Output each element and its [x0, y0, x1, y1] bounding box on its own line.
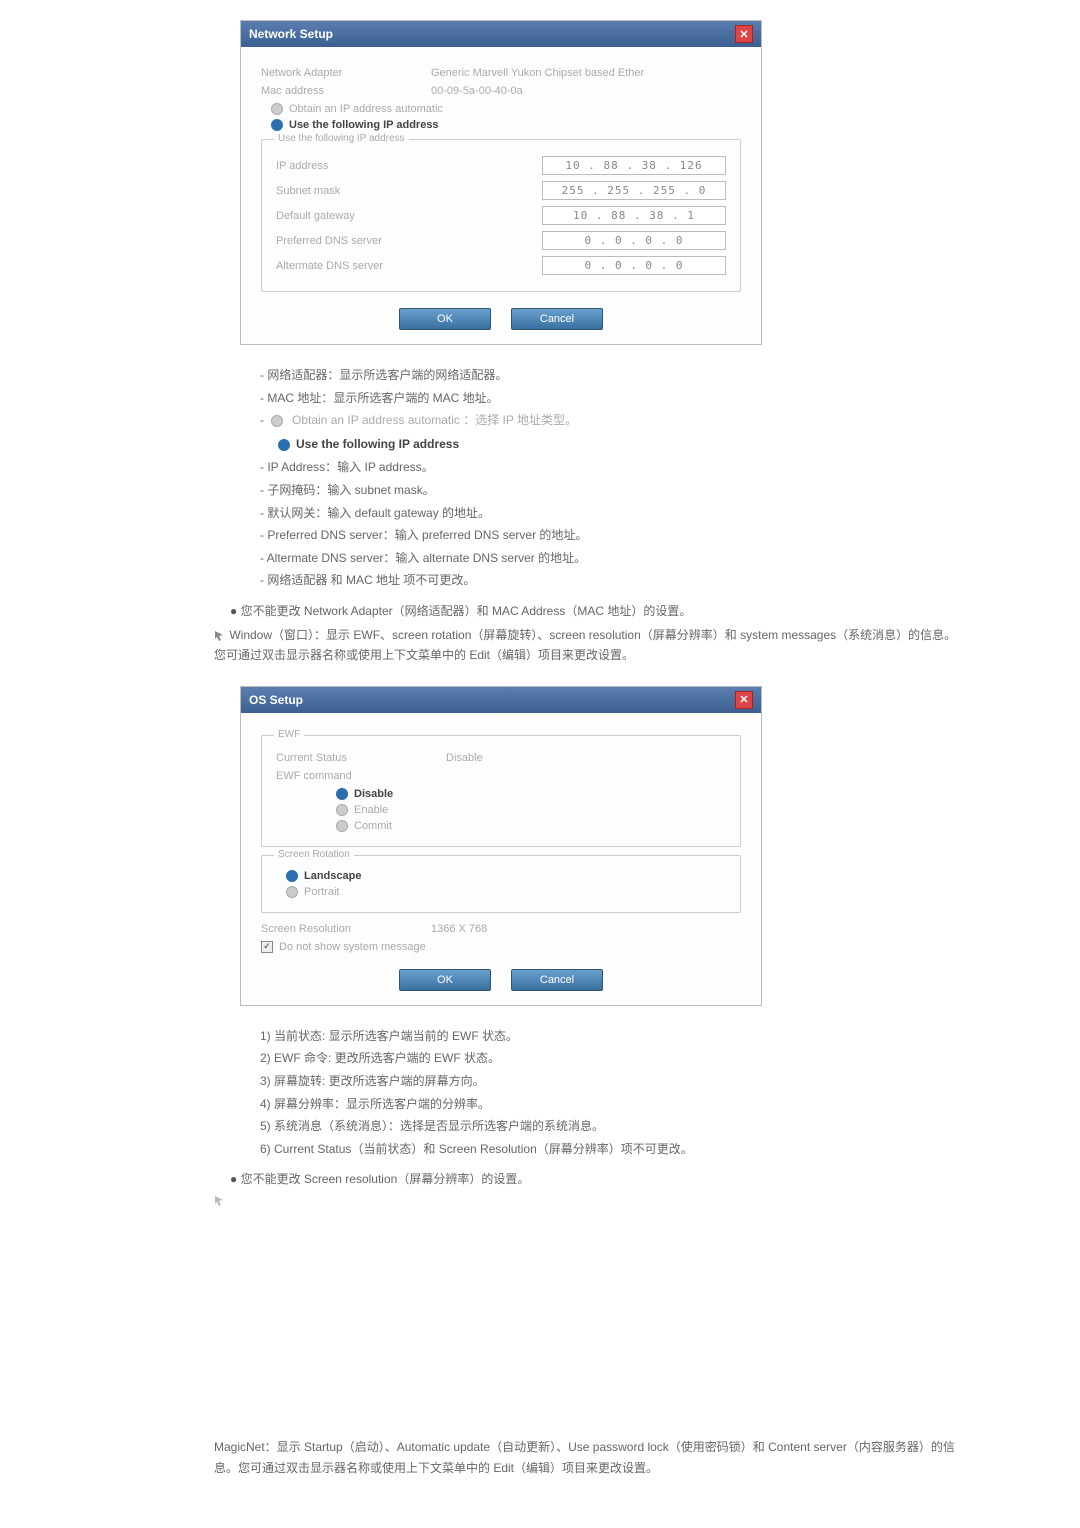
rotation-fieldset: Screen Rotation Landscape Portrait	[261, 855, 741, 913]
ewf-command-label: EWF command	[276, 770, 446, 782]
adapter-label: Network Adapter	[261, 67, 431, 79]
radio-icon	[271, 119, 283, 131]
radio-icon	[336, 820, 348, 832]
fieldset-legend: Use the following IP address	[274, 133, 409, 144]
os-setup-dialog: OS Setup ✕ EWF Current Status Disable EW…	[240, 686, 762, 1006]
radio-icon	[271, 415, 283, 427]
close-icon[interactable]: ✕	[735, 25, 753, 43]
checkbox-icon[interactable]: ✓	[261, 941, 273, 953]
list-item: - MAC 地址：显示所选客户端的 MAC 地址。	[260, 388, 960, 410]
radio-following[interactable]: Use the following IP address	[271, 119, 741, 131]
pointer-only	[214, 1193, 960, 1207]
list-item: - 子网掩码：输入 subnet mask。	[260, 480, 960, 502]
radio-icon	[286, 886, 298, 898]
list-item: 6) Current Status（当前状态）和 Screen Resoluti…	[260, 1139, 960, 1161]
mac-label: Mac address	[261, 85, 431, 97]
ip-address-input[interactable]: 10 . 88 . 38 . 126	[542, 156, 726, 175]
radio-icon	[286, 870, 298, 882]
radio-icon	[336, 788, 348, 800]
note-os: 您不能更改 Screen resolution（屏幕分辨率）的设置。	[230, 1170, 960, 1187]
gateway-label: Default gateway	[276, 210, 355, 222]
current-status-label: Current Status	[276, 752, 446, 764]
radio-landscape[interactable]: Landscape	[286, 870, 726, 882]
dialog-header: Network Setup ✕	[241, 21, 761, 47]
note-network: 您不能更改 Network Adapter（网络适配器）和 MAC Addres…	[230, 602, 960, 619]
dialog-header: OS Setup ✕	[241, 687, 761, 713]
network-setup-dialog: Network Setup ✕ Network Adapter Generic …	[240, 20, 762, 345]
mac-value: 00-09-5a-00-40-0a	[431, 85, 523, 97]
ip-fieldset: Use the following IP address IP address1…	[261, 139, 741, 292]
list-item: - Obtain an IP address automatic ：选择 IP …	[260, 410, 960, 432]
pointer-icon	[214, 1195, 226, 1207]
list-item: 3) 屏幕旋转: 更改所选客户端的屏幕方向。	[260, 1071, 960, 1093]
ewf-fieldset: EWF Current Status Disable EWF command D…	[261, 735, 741, 847]
network-description-list: - 网络适配器：显示所选客户端的网络适配器。 - MAC 地址：显示所选客户端的…	[260, 365, 960, 592]
radio-enable[interactable]: Enable	[336, 804, 726, 816]
alt-dns-input[interactable]: 0 . 0 . 0 . 0	[542, 256, 726, 275]
list-item: - 网络适配器：显示所选客户端的网络适配器。	[260, 365, 960, 387]
dialog-title: Network Setup	[249, 27, 333, 41]
fieldset-legend: EWF	[274, 729, 304, 740]
ip-label: IP address	[276, 160, 328, 172]
radio-obtain[interactable]: Obtain an IP address automatic	[271, 103, 741, 115]
magicnet-section: MagicNet：显示 Startup（启动）、Automatic update…	[214, 1437, 960, 1478]
pref-dns-label: Preferred DNS server	[276, 235, 382, 247]
list-item: 1) 当前状态: 显示所选客户端当前的 EWF 状态。	[260, 1026, 960, 1048]
pointer-icon	[214, 630, 226, 642]
list-item: 4) 屏幕分辨率：显示所选客户端的分辨率。	[260, 1094, 960, 1116]
adapter-value: Generic Marvell Yukon Chipset based Ethe…	[431, 67, 644, 79]
cancel-button[interactable]: Cancel	[511, 969, 603, 991]
radio-disable[interactable]: Disable	[336, 788, 726, 800]
radio-commit[interactable]: Commit	[336, 820, 726, 832]
fieldset-legend: Screen Rotation	[274, 849, 354, 860]
os-description-list: 1) 当前状态: 显示所选客户端当前的 EWF 状态。 2) EWF 命令: 更…	[260, 1026, 960, 1161]
list-item: Use the following IP address	[278, 434, 960, 456]
list-item: 5) 系统消息（系统消息）：选择是否显示所选客户端的系统消息。	[260, 1116, 960, 1138]
subnet-input[interactable]: 255 . 255 . 255 . 0	[542, 181, 726, 200]
close-icon[interactable]: ✕	[735, 691, 753, 709]
subnet-label: Subnet mask	[276, 185, 340, 197]
checkbox-label: Do not show system message	[279, 941, 426, 953]
list-item: - 网络适配器 和 MAC 地址 项不可更改。	[260, 570, 960, 592]
list-item: 2) EWF 命令: 更改所选客户端的 EWF 状态。	[260, 1048, 960, 1070]
current-status-value: Disable	[446, 752, 483, 764]
list-item: - Preferred DNS server：输入 preferred DNS …	[260, 525, 960, 547]
ok-button[interactable]: OK	[399, 969, 491, 991]
window-section: Window（窗口）：显示 EWF、screen rotation（屏幕旋转）、…	[214, 625, 960, 666]
radio-portrait[interactable]: Portrait	[286, 886, 726, 898]
gateway-input[interactable]: 10 . 88 . 38 . 1	[542, 206, 726, 225]
list-item: - 默认网关：输入 default gateway 的地址。	[260, 503, 960, 525]
ok-button[interactable]: OK	[399, 308, 491, 330]
radio-icon	[271, 103, 283, 115]
list-item: - IP Address：输入 IP address。	[260, 457, 960, 479]
list-item: - Altermate DNS server：输入 alternate DNS …	[260, 548, 960, 570]
resolution-label: Screen Resolution	[261, 923, 431, 935]
pref-dns-input[interactable]: 0 . 0 . 0 . 0	[542, 231, 726, 250]
radio-icon	[278, 439, 290, 451]
dialog-title: OS Setup	[249, 693, 303, 707]
cancel-button[interactable]: Cancel	[511, 308, 603, 330]
radio-icon	[336, 804, 348, 816]
resolution-value: 1366 X 768	[431, 923, 487, 935]
alt-dns-label: Altermate DNS server	[276, 260, 383, 272]
